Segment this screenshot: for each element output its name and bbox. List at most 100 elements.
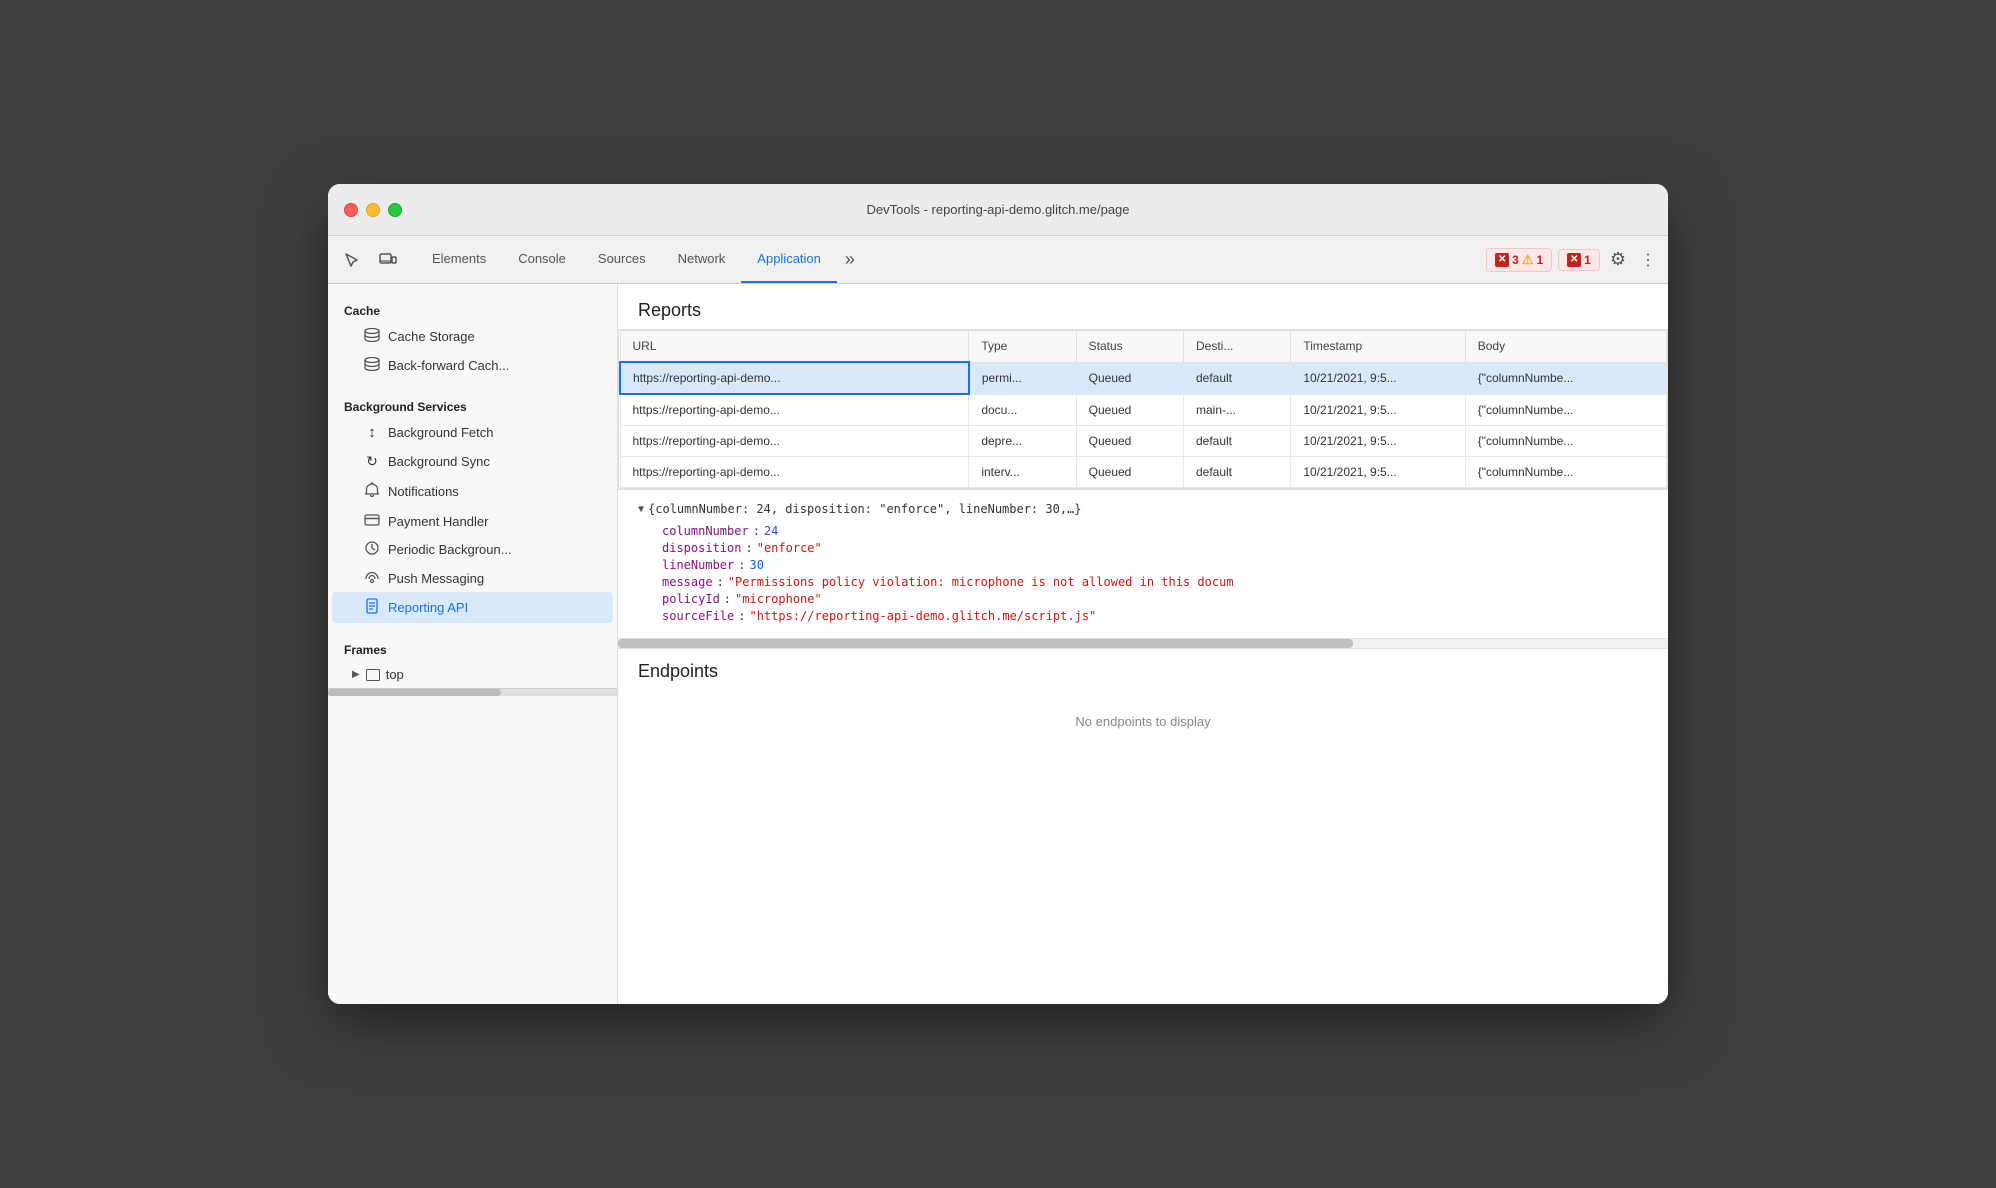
periodic-background-icon [364,541,380,558]
sidebar-item-payment-handler[interactable]: Payment Handler [332,507,613,535]
table-row[interactable]: https://reporting-api-demo... interv... … [620,457,1667,488]
reports-title: Reports [618,284,1668,329]
table-row[interactable]: https://reporting-api-demo... docu... Qu… [620,394,1667,426]
frame-page-icon [366,669,380,681]
row-3-timestamp: 10/21/2021, 9:5... [1291,457,1465,488]
table-row[interactable]: https://reporting-api-demo... permi... Q… [620,362,1667,394]
notifications-label: Notifications [388,484,459,499]
detail-key-1: disposition [662,541,741,555]
payment-handler-label: Payment Handler [388,514,488,529]
row-2-type: depre... [969,426,1076,457]
detail-val-2: 30 [749,558,763,572]
close-button[interactable] [344,203,358,217]
sidebar-item-push-messaging[interactable]: Push Messaging [332,564,613,592]
inspect-element-button[interactable] [336,244,368,276]
detail-expand-icon[interactable]: ▼ [638,504,644,515]
bg-services-section-title: Background Services [328,392,617,418]
more-tabs-button[interactable]: » [837,236,863,283]
row-0-url: https://reporting-api-demo... [620,362,969,394]
window-title: DevTools - reporting-api-demo.glitch.me/… [866,202,1129,217]
row-3-status: Queued [1076,457,1183,488]
devtools-window: DevTools - reporting-api-demo.glitch.me/… [328,184,1668,1004]
col-header-url[interactable]: URL [620,331,969,363]
detail-val-4: "microphone" [735,592,822,606]
detail-line-4: policyId : "microphone" [638,592,1648,606]
content-area: Reports URL Type Status Desti... Timesta… [618,284,1668,1004]
col-header-timestamp[interactable]: Timestamp [1291,331,1465,363]
detail-key-0: columnNumber [662,524,749,538]
col-header-dest[interactable]: Desti... [1183,331,1290,363]
background-fetch-label: Background Fetch [388,425,494,440]
main-layout: Cache Cache Storage Back-forward Cach...… [328,284,1668,1004]
periodic-background-label: Periodic Backgroun... [388,542,512,557]
payment-handler-icon [364,513,380,529]
sidebar-item-notifications[interactable]: Notifications [332,476,613,507]
detail-line-2: lineNumber : 30 [638,558,1648,572]
detail-line-1: disposition : "enforce" [638,541,1648,555]
more-options-button[interactable]: ⋮ [1636,246,1660,274]
row-3-dest: default [1183,457,1290,488]
detail-val-5: "https://reporting-api-demo.glitch.me/sc… [749,609,1096,623]
col-header-status[interactable]: Status [1076,331,1183,363]
tab-console[interactable]: Console [502,236,582,283]
background-sync-label: Background Sync [388,454,490,469]
minimize-button[interactable] [366,203,380,217]
row-1-type: docu... [969,394,1076,426]
table-row[interactable]: https://reporting-api-demo... depre... Q… [620,426,1667,457]
maximize-button[interactable] [388,203,402,217]
row-1-url: https://reporting-api-demo... [620,394,969,426]
background-fetch-icon: ↕ [364,424,380,441]
notifications-icon [364,482,380,501]
row-1-dest: main-... [1183,394,1290,426]
tab-sources[interactable]: Sources [582,236,662,283]
row-1-timestamp: 10/21/2021, 9:5... [1291,394,1465,426]
sidebar-item-background-fetch[interactable]: ↕ Background Fetch [332,418,613,447]
error-icon-1: ✕ [1495,253,1509,267]
row-0-dest: default [1183,362,1290,394]
reports-section: Reports URL Type Status Desti... Timesta… [618,284,1668,648]
device-toggle-button[interactable] [372,244,404,276]
sidebar-item-periodic-background[interactable]: Periodic Backgroun... [332,535,613,564]
detail-key-4: policyId [662,592,720,606]
reporting-api-icon [364,598,380,617]
frames-section-title: Frames [328,635,617,661]
row-2-status: Queued [1076,426,1183,457]
frame-top-label: top [386,667,404,682]
detail-key-5: sourceFile [662,609,734,623]
error-badge-1[interactable]: ✕ 3 ⚠ 1 [1486,248,1552,272]
horizontal-scrollbar[interactable] [618,638,1668,648]
tab-application[interactable]: Application [741,236,837,283]
row-3-url: https://reporting-api-demo... [620,457,969,488]
row-1-status: Queued [1076,394,1183,426]
cache-storage-icon [364,328,380,345]
col-header-type[interactable]: Type [969,331,1076,363]
detail-key-2: lineNumber [662,558,734,572]
back-forward-cache-label: Back-forward Cach... [388,358,509,373]
row-3-type: interv... [969,457,1076,488]
sidebar-item-background-sync[interactable]: ↻ Background Sync [332,447,613,476]
error-count-1: 3 [1512,253,1519,267]
row-0-timestamp: 10/21/2021, 9:5... [1291,362,1465,394]
detail-line-0: columnNumber : 24 [638,524,1648,538]
detail-val-0: 24 [764,524,778,538]
row-3-body: {"columnNumbe... [1465,457,1666,488]
sidebar-item-back-forward-cache[interactable]: Back-forward Cach... [332,351,613,380]
warning-count: 1 [1536,253,1543,267]
sidebar-item-reporting-api[interactable]: Reporting API [332,592,613,623]
settings-button[interactable]: ⚙ [1606,245,1630,274]
error-badge-2[interactable]: ✕ 1 [1558,249,1600,271]
tab-network[interactable]: Network [662,236,742,283]
col-header-body[interactable]: Body [1465,331,1666,363]
traffic-lights [344,203,402,217]
row-1-body: {"columnNumbe... [1465,394,1666,426]
detail-val-1: "enforce" [757,541,822,555]
endpoints-title: Endpoints [618,649,1668,694]
row-0-body: {"columnNumbe... [1465,362,1666,394]
reports-table: URL Type Status Desti... Timestamp Body … [619,330,1667,488]
sidebar-item-cache-storage[interactable]: Cache Storage [332,322,613,351]
sidebar-scrollbar[interactable] [328,688,617,696]
tab-elements[interactable]: Elements [416,236,502,283]
push-messaging-icon [364,570,380,586]
error-icon-2: ✕ [1567,253,1581,267]
sidebar-item-top[interactable]: ▶ top [328,661,617,688]
